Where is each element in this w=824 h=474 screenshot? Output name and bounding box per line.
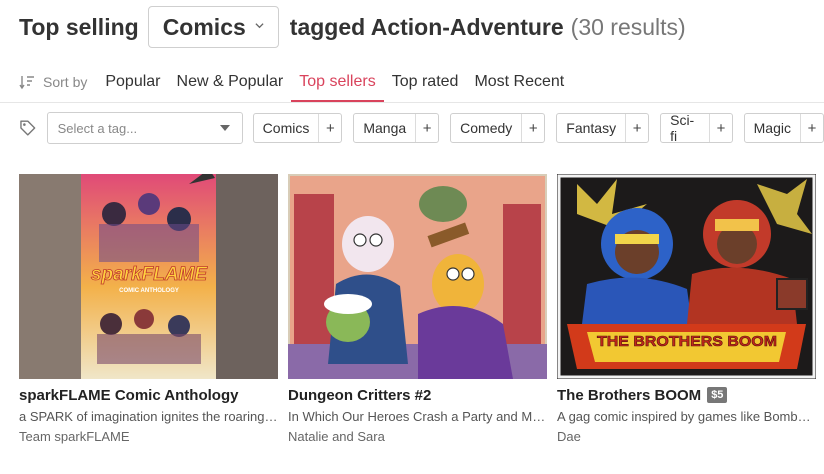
result-card: sparkFLAME COMIC ANTHOLOGY sparkFLAME Co… (19, 174, 278, 444)
tag-pill-comedy: Comedy + (450, 113, 546, 143)
chevron-down-icon (255, 23, 264, 29)
cover-brothers-boom: THE BROTHERS BOOM (557, 174, 816, 379)
sort-label: Sort by (43, 74, 88, 90)
tag-pill-label[interactable]: Fantasy (557, 114, 625, 142)
add-tag-button[interactable]: + (521, 114, 544, 142)
sort-top-sellers[interactable]: Top sellers (291, 62, 385, 102)
tag-pill-label[interactable]: Manga (354, 114, 415, 142)
tag-pill-label[interactable]: Comics (254, 114, 319, 142)
tag-pill-sci-fi: Sci-fi + (660, 112, 733, 144)
tag-pill-label[interactable]: Magic (745, 114, 800, 142)
cover-title-text: sparkFLAME (91, 264, 208, 285)
card-author-link[interactable]: Team sparkFLAME (19, 429, 278, 444)
sort-popular[interactable]: Popular (97, 62, 168, 102)
result-card: THE BROTHERS BOOM The Brothers BOOM $5 A… (557, 174, 816, 444)
sort-descending-icon (19, 76, 34, 90)
price-badge: $5 (707, 387, 728, 403)
card-author-link[interactable]: Dae (557, 429, 816, 444)
add-tag-button[interactable]: + (625, 114, 648, 142)
caret-down-icon (219, 125, 230, 131)
cover-image-link[interactable]: THE BROTHERS BOOM (557, 174, 816, 379)
tag-icon (20, 120, 36, 136)
sort-bar: Sort by Popular New & Popular Top seller… (19, 62, 824, 102)
card-title-row: Dungeon Critters #2 (288, 385, 547, 405)
sort-divider (0, 102, 824, 103)
tag-pill-magic: Magic + (743, 113, 824, 143)
header-prefix: Top selling (19, 13, 139, 40)
cover-sparkflame: sparkFLAME COMIC ANTHOLOGY (19, 174, 278, 379)
tag-pill-comics: Comics + (252, 113, 343, 143)
cover-image-link[interactable]: sparkFLAME COMIC ANTHOLOGY (19, 174, 278, 379)
cover-subtitle-text: COMIC ANTHOLOGY (119, 288, 179, 294)
page-header: Top selling Comics tagged Action-Adventu… (19, 6, 686, 48)
card-description: a SPARK of imagination ignites the roari… (19, 409, 278, 424)
card-title-row: sparkFLAME Comic Anthology (19, 385, 278, 405)
header-suffix: tagged Action-Adventure (289, 13, 564, 40)
cover-image-link[interactable] (288, 174, 547, 379)
cover-dungeon-critters (288, 174, 547, 379)
card-title-link[interactable]: sparkFLAME Comic Anthology (19, 387, 238, 404)
card-description: A gag comic inspired by games like Bombe… (557, 409, 816, 424)
card-title-row: The Brothers BOOM $5 (557, 385, 816, 405)
tag-pill-label[interactable]: Sci-fi (661, 112, 709, 144)
add-tag-button[interactable]: + (415, 114, 438, 142)
tag-select-input[interactable]: Select a tag... (46, 112, 243, 144)
card-author-link[interactable]: Natalie and Sara (288, 429, 547, 444)
tag-filter-bar: Select a tag... Comics + Manga + Comedy … (19, 112, 824, 144)
sort-most-recent[interactable]: Most Recent (466, 62, 572, 102)
card-description: In Which Our Heroes Crash a Party and Ma… (288, 409, 547, 424)
add-tag-button[interactable]: + (318, 114, 341, 142)
add-tag-button[interactable]: + (799, 114, 823, 142)
category-dropdown-label: Comics (162, 13, 246, 40)
results-grid: sparkFLAME COMIC ANTHOLOGY sparkFLAME Co… (19, 174, 816, 444)
tag-pill-label[interactable]: Comedy (451, 114, 521, 142)
tag-select-placeholder: Select a tag... (57, 120, 138, 136)
cover-title-text: THE BROTHERS BOOM (597, 333, 777, 350)
tag-pill-fantasy: Fantasy + (556, 113, 650, 143)
result-card: Dungeon Critters #2 In Which Our Heroes … (288, 174, 547, 444)
sort-top-rated[interactable]: Top rated (384, 62, 467, 102)
card-title-link[interactable]: The Brothers BOOM (557, 387, 701, 404)
tag-pill-manga: Manga + (353, 113, 440, 143)
sort-new-popular[interactable]: New & Popular (169, 62, 292, 102)
card-title-link[interactable]: Dungeon Critters #2 (288, 387, 431, 404)
category-dropdown[interactable]: Comics (147, 6, 279, 48)
add-tag-button[interactable]: + (709, 114, 731, 142)
result-count: (30 results) (570, 13, 686, 40)
